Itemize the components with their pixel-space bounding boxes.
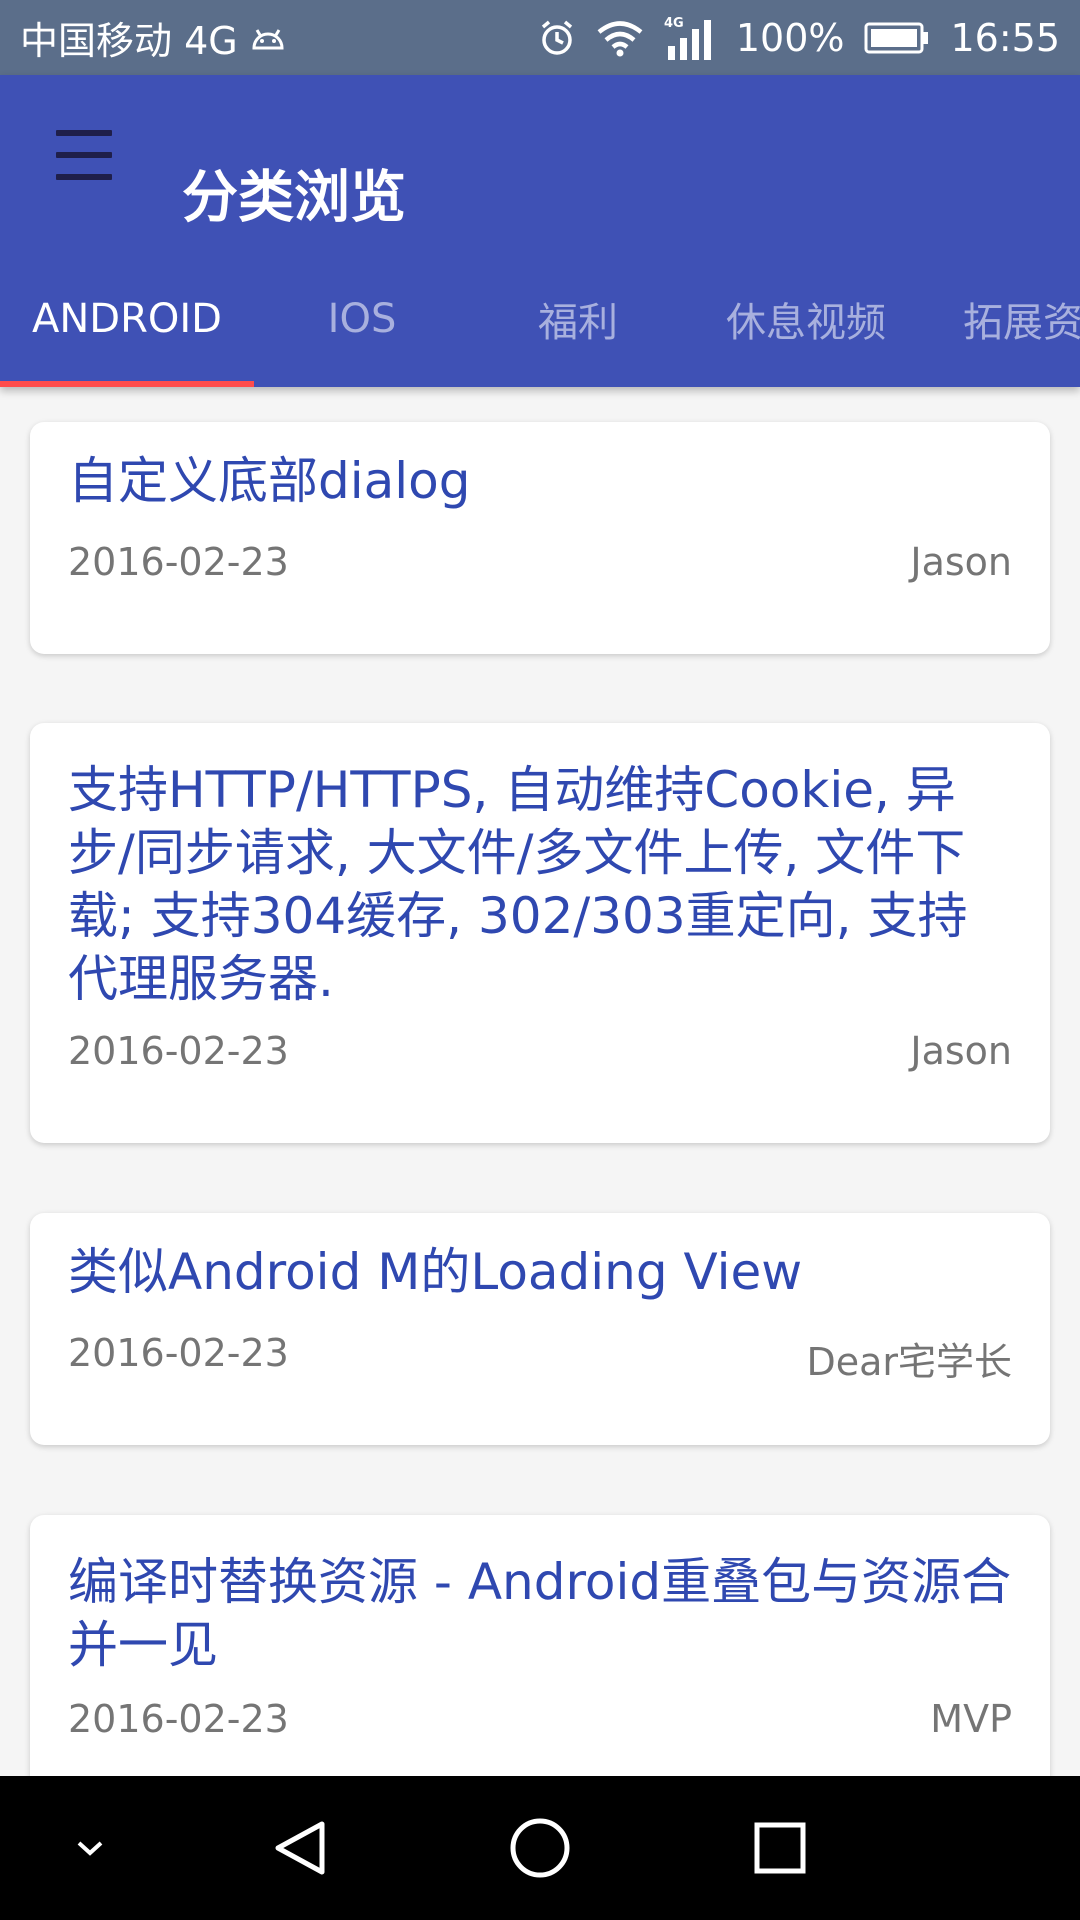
- item-date: 2016-02-23: [68, 540, 289, 584]
- article-list: 自定义底部dialog 2016-02-23 Jason 支持HTTP/HTTP…: [0, 387, 1080, 1776]
- item-title: 支持HTTP/HTTPS, 自动维持Cookie, 异步/同步请求, 大文件/多…: [68, 761, 968, 1008]
- tab-ios[interactable]: IOS: [254, 250, 470, 387]
- item-meta: 2016-02-23 Jason: [68, 1029, 1012, 1073]
- item-author: Jason: [910, 1029, 1012, 1073]
- network-badge: 4G: [664, 16, 684, 31]
- clock: 16:55: [950, 15, 1060, 60]
- app-bar: 分类浏览 ANDROID IOS 福利 休息视频 拓展资源: [0, 75, 1080, 387]
- item-date: 2016-02-23: [68, 1331, 289, 1375]
- collapse-chevron-icon[interactable]: [50, 1776, 130, 1920]
- page-title: 分类浏览: [182, 165, 406, 231]
- item-title: 类似Android M的Loading View: [68, 1243, 803, 1301]
- recents-square-icon[interactable]: [730, 1776, 830, 1920]
- back-triangle-icon[interactable]: [250, 1776, 350, 1920]
- item-meta: 2016-02-23 Dear宅学长: [68, 1331, 1012, 1386]
- status-bar: 中国移动 4G 4G 100% 16:55: [0, 0, 1080, 75]
- item-author: Dear宅学长: [806, 1340, 1012, 1384]
- wifi-icon: [596, 19, 644, 57]
- android-icon: [248, 24, 288, 52]
- signal-icon: 4G: [664, 16, 716, 60]
- battery-icon: [864, 21, 930, 55]
- status-left: 中国移动 4G: [20, 10, 288, 65]
- item-title: 编译时替换资源 - Android重叠包与资源合并一见: [68, 1553, 1012, 1674]
- list-item[interactable]: 支持HTTP/HTTPS, 自动维持Cookie, 异步/同步请求, 大文件/多…: [30, 723, 1050, 1143]
- tab-android[interactable]: ANDROID: [0, 250, 254, 387]
- carrier-label: 中国移动 4G: [20, 19, 238, 63]
- screen: 中国移动 4G 4G 100% 16:55 分类浏览 ANDROID IOS 福…: [0, 0, 1080, 1920]
- item-date: 2016-02-23: [68, 1697, 289, 1741]
- tab-extended-resources[interactable]: 拓展资源: [935, 250, 1080, 387]
- item-date: 2016-02-23: [68, 1029, 289, 1073]
- hamburger-menu-icon[interactable]: [56, 130, 112, 180]
- item-author: MVP: [930, 1697, 1012, 1741]
- tab-bar: ANDROID IOS 福利 休息视频 拓展资源: [0, 250, 1080, 387]
- battery-percentage: 100%: [735, 15, 845, 60]
- home-circle-icon[interactable]: [490, 1776, 590, 1920]
- status-right: 4G 100% 16:55: [538, 16, 1060, 60]
- item-meta: 2016-02-23 MVP: [68, 1697, 1012, 1741]
- toolbar: 分类浏览: [0, 75, 1080, 245]
- tab-rest-video[interactable]: 休息视频: [686, 250, 926, 387]
- item-author: Jason: [910, 540, 1012, 584]
- list-item[interactable]: 编译时替换资源 - Android重叠包与资源合并一见 2016-02-23 M…: [30, 1515, 1050, 1776]
- alarm-icon: [538, 19, 576, 57]
- navigation-bar: [0, 1776, 1080, 1920]
- item-title: 自定义底部dialog: [68, 452, 471, 510]
- list-item[interactable]: 类似Android M的Loading View 2016-02-23 Dear…: [30, 1213, 1050, 1445]
- tab-welfare[interactable]: 福利: [470, 250, 686, 387]
- list-item[interactable]: 自定义底部dialog 2016-02-23 Jason: [30, 422, 1050, 654]
- item-meta: 2016-02-23 Jason: [68, 540, 1012, 584]
